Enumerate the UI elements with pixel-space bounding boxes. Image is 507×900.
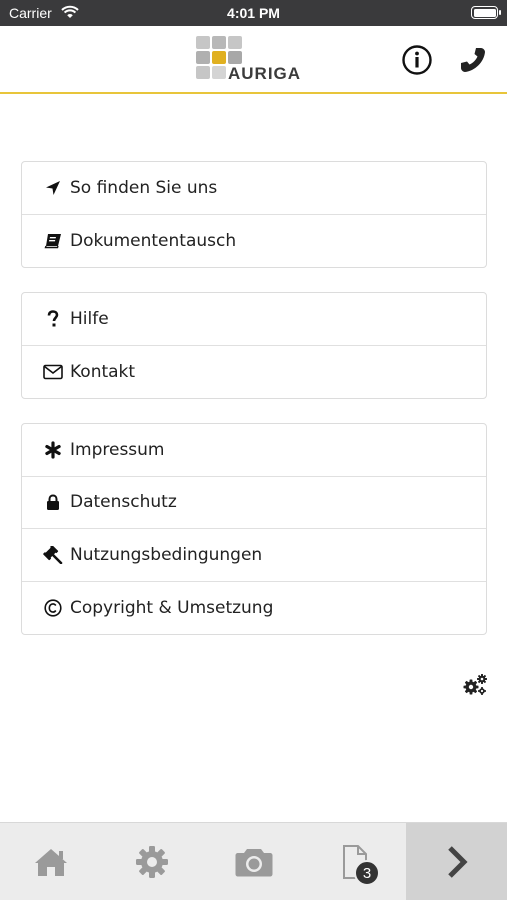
info-icon (402, 45, 432, 75)
lock-icon (42, 492, 64, 512)
info-button[interactable] (400, 43, 434, 77)
menu-item-label: Hilfe (70, 308, 109, 329)
tab-settings[interactable] (101, 823, 202, 900)
gear-icon (135, 846, 168, 878)
gears-icon (463, 674, 487, 695)
menu-item-label: Dokumententausch (70, 230, 237, 251)
copyright-icon (42, 598, 64, 618)
menu-item-label: Datenschutz (70, 492, 177, 513)
menu-item-dokumententausch[interactable]: Dokumententausch (22, 215, 486, 268)
documents-count-badge: 3 (354, 860, 380, 886)
app-header: AURIGA (0, 26, 507, 94)
menu-item-copyright[interactable]: Copyright & Umsetzung (22, 582, 486, 635)
tab-documents[interactable] (304, 823, 405, 900)
auriga-logo: AURIGA (196, 36, 316, 84)
logo-text: AURIGA (228, 64, 302, 83)
menu-item-so-finden-sie-uns[interactable]: So finden Sie uns (22, 162, 486, 215)
asterisk-icon (42, 440, 64, 460)
gavel-icon (42, 545, 64, 565)
menu-item-label: Copyright & Umsetzung (70, 597, 274, 618)
menu-item-label: Nutzungsbedingungen (70, 544, 263, 565)
camera-icon (235, 849, 272, 877)
menu-group-legal: Impressum Datenschutz Nutzungsbedingunge… (21, 423, 487, 635)
tab-home[interactable] (0, 823, 101, 900)
tab-next[interactable] (406, 823, 507, 900)
menu-item-impressum[interactable]: Impressum (22, 424, 486, 477)
clock: 4:01 PM (227, 5, 280, 21)
phone-icon (461, 48, 485, 72)
menu-item-label: Impressum (70, 439, 165, 460)
menu-item-label: Kontakt (70, 361, 136, 382)
phone-button[interactable] (456, 43, 490, 77)
menu-item-hilfe[interactable]: Hilfe (22, 293, 486, 346)
status-bar: Carrier 4:01 PM (0, 0, 507, 26)
book-icon (42, 231, 64, 251)
battery-icon (471, 6, 501, 19)
question-icon (42, 309, 64, 329)
menu-item-nutzungsbedingungen[interactable]: Nutzungsbedingungen (22, 529, 486, 582)
chevron-right-icon (447, 846, 468, 878)
menu-item-datenschutz[interactable]: Datenschutz (22, 477, 486, 529)
menu-group-location: So finden Sie uns Dokumententausch (21, 161, 487, 268)
menu-group-support: Hilfe Kontakt (21, 292, 487, 399)
tab-camera[interactable] (203, 823, 304, 900)
home-icon (34, 849, 67, 876)
advanced-settings-button[interactable] (462, 673, 488, 697)
envelope-icon (42, 362, 64, 382)
tab-bar: 3 (0, 822, 507, 900)
menu-item-label: So finden Sie uns (70, 177, 218, 198)
menu-item-kontakt[interactable]: Kontakt (22, 346, 486, 399)
location-arrow-icon (42, 178, 64, 198)
